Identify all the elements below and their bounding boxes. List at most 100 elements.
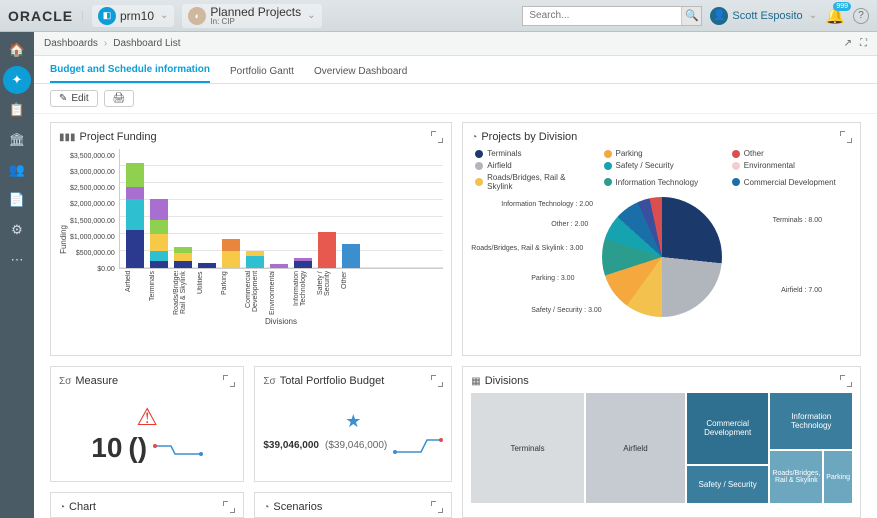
legend-label: Other — [744, 149, 764, 158]
print-button[interactable]: 🖨 — [104, 90, 135, 107]
chevron-down-icon: ⌄ — [307, 10, 315, 21]
legend-item[interactable]: Commercial Development — [732, 173, 848, 191]
notif-badge: 999 — [833, 2, 851, 11]
bar-stack[interactable] — [270, 264, 288, 268]
x-tick-label: Parking — [221, 271, 239, 315]
legend-item[interactable]: Information Technology — [604, 173, 720, 191]
pie-callout: Airfield : 7.00 — [781, 287, 822, 294]
bar-stack[interactable] — [174, 247, 192, 268]
bar-stack[interactable] — [342, 244, 360, 268]
legend-label: Safety / Security — [616, 161, 674, 170]
legend-label: Terminals — [487, 149, 521, 158]
bar-stack[interactable] — [198, 263, 216, 268]
bar-stack[interactable] — [246, 251, 264, 268]
bar-stack[interactable] — [126, 163, 144, 268]
breadcrumb: Dashboards › Dashboard List ↗ ⛶ — [34, 32, 877, 56]
rail-bank-icon[interactable]: 🏛 — [3, 126, 31, 154]
rail-people-icon[interactable]: 👥 — [3, 156, 31, 184]
x-tick-label: Information Technology — [293, 271, 311, 315]
tab-gantt[interactable]: Portfolio Gantt — [230, 66, 294, 83]
expand-icon[interactable] — [840, 131, 852, 143]
help-icon[interactable]: ? — [853, 8, 869, 24]
legend-swatch — [732, 162, 740, 170]
treemap-cell[interactable]: Roads/Bridges, Rail & Skylink — [770, 451, 822, 503]
share-icon[interactable]: ↗ — [844, 38, 852, 49]
search-input[interactable] — [523, 10, 681, 21]
legend-swatch — [604, 150, 612, 158]
print-icon: 🖨 — [113, 93, 126, 104]
fullscreen-icon[interactable]: ⛶ — [860, 38, 867, 49]
card-scenarios: ◔ Scenarios — [254, 492, 452, 518]
pie-chart — [602, 197, 722, 317]
legend-swatch — [475, 178, 483, 186]
context-switch-2[interactable]: ◐ Planned Projects In: CIP ⌄ — [182, 4, 321, 28]
bar-stack[interactable] — [318, 232, 336, 268]
left-rail: 🏠 ✦ 📋 🏛 👥 📄 ⚙ ⋯ — [0, 32, 34, 518]
breadcrumb-root[interactable]: Dashboards — [44, 38, 98, 49]
measure-value: 10 — [91, 432, 122, 464]
legend-item[interactable]: Roads/Bridges, Rail & Skylink — [475, 173, 591, 191]
context2-sub: In: CIP — [210, 18, 301, 26]
pie-callout: Other : 2.00 — [551, 221, 588, 228]
pie-callout: Terminals : 8.00 — [773, 217, 822, 224]
legend-item[interactable]: Safety / Security — [604, 161, 720, 170]
bar-chart-icon: ▮▮▮ — [59, 132, 76, 143]
context1-label: prm10 — [120, 10, 154, 22]
warning-icon: ⚠ — [136, 403, 158, 432]
card-chart: ◔ Chart — [50, 492, 244, 518]
bar-stack[interactable] — [294, 258, 312, 268]
card-project-funding: ▮▮▮ Project Funding Funding $3,500,000.0… — [50, 122, 452, 356]
expand-icon[interactable] — [431, 501, 443, 513]
card-title: Scenarios — [273, 501, 427, 513]
sigma-icon: Σσ — [59, 376, 71, 387]
legend-item[interactable]: Other — [732, 149, 848, 158]
rail-clipboard-icon[interactable]: 📋 — [3, 96, 31, 124]
treemap-cell[interactable]: Information Technology — [770, 393, 852, 449]
legend-item[interactable]: Airfield — [475, 161, 591, 170]
expand-icon[interactable] — [223, 501, 235, 513]
budget-alt: ($39,046,000) — [325, 440, 387, 451]
search-box[interactable]: 🔍 — [522, 6, 702, 26]
expand-icon[interactable] — [431, 131, 443, 143]
expand-icon[interactable] — [431, 375, 443, 387]
treemap-cell[interactable]: Commercial Development — [687, 393, 768, 464]
user-menu[interactable]: 👤 Scott Esposito ⌄ — [710, 7, 817, 25]
bar-stack[interactable] — [150, 199, 168, 268]
chevron-right-icon: › — [104, 38, 107, 49]
x-tick-label: Commercial Development — [245, 271, 263, 315]
rail-more-icon[interactable]: ⋯ — [3, 246, 31, 274]
search-icon[interactable]: 🔍 — [681, 7, 701, 25]
pie-callout: Safety / Security : 3.00 — [531, 307, 601, 314]
expand-icon[interactable] — [223, 375, 235, 387]
legend-label: Commercial Development — [744, 178, 836, 187]
edit-button[interactable]: ✎Edit — [50, 90, 98, 107]
treemap-cell[interactable]: Safety / Security — [687, 466, 768, 503]
legend-item[interactable]: Parking — [604, 149, 720, 158]
bar-stack[interactable] — [222, 239, 240, 268]
rail-home-icon[interactable]: 🏠 — [3, 36, 31, 64]
tab-overview[interactable]: Overview Dashboard — [314, 66, 407, 83]
card-measure: Σσ Measure ⚠ 10 () — [50, 366, 244, 482]
treemap-cell[interactable]: Parking — [824, 451, 852, 503]
context-switch-1[interactable]: ◧ prm10 ⌄ — [92, 5, 174, 27]
tab-bar: Budget and Schedule information Portfoli… — [34, 56, 877, 84]
pie-callout: Parking : 3.00 — [531, 275, 574, 282]
bars-area — [119, 149, 444, 269]
treemap: Terminals Airfield Commercial Developmen… — [471, 393, 852, 503]
legend-swatch — [604, 162, 612, 170]
pie-callout: Roads/Bridges, Rail & Skylink : 3.00 — [471, 245, 583, 252]
x-tick-label: Environmental — [269, 271, 287, 315]
tab-budget[interactable]: Budget and Schedule information — [50, 64, 210, 83]
rail-settings-icon[interactable]: ⚙ — [3, 216, 31, 244]
treemap-cell[interactable]: Terminals — [471, 393, 584, 503]
legend-item[interactable]: Terminals — [475, 149, 591, 158]
notifications-button[interactable]: 🔔999 — [825, 6, 845, 26]
rail-document-icon[interactable]: 📄 — [3, 186, 31, 214]
expand-icon[interactable] — [840, 375, 852, 387]
rail-dashboard-icon[interactable]: ✦ — [3, 66, 31, 94]
legend-label: Parking — [616, 149, 643, 158]
legend-item[interactable]: Environmental — [732, 161, 848, 170]
treemap-cell[interactable]: Airfield — [586, 393, 685, 503]
context2-title: Planned Projects — [210, 6, 301, 18]
card-divisions: ▦ Divisions Terminals Airfield Commercia… — [462, 366, 861, 518]
